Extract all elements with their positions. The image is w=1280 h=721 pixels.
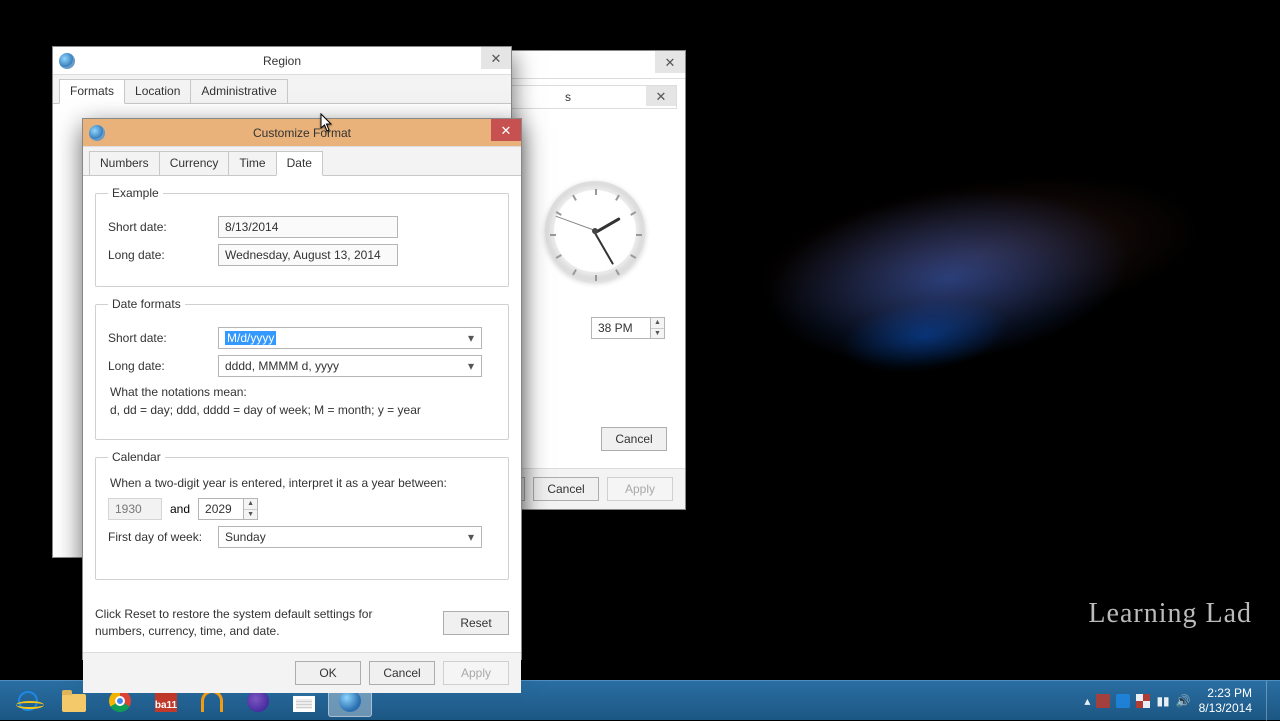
spinner-arrows[interactable]: ▲ ▼	[651, 317, 665, 339]
close-icon[interactable]: ✕	[491, 119, 521, 141]
long-date-example-label: Long date:	[108, 248, 218, 262]
apply-button[interactable]: Apply	[443, 661, 509, 685]
example-group: Example Short date: 8/13/2014 Long date:…	[95, 186, 509, 287]
region-titlebar[interactable]: Region ✕	[53, 47, 511, 75]
chevron-down-icon[interactable]: ▼	[244, 510, 257, 520]
year-to-spinner[interactable]: ▲ ▼	[198, 498, 258, 520]
calendar-group: Calendar When a two-digit year is entere…	[95, 450, 509, 580]
cancel-button[interactable]: Cancel	[533, 477, 599, 501]
taskbar-tray: ▴ ▮▮ 🔊 2:23 PM 8/13/2014	[1084, 681, 1274, 721]
short-date-example-value: 8/13/2014	[218, 216, 398, 238]
date-pane: Example Short date: 8/13/2014 Long date:…	[83, 176, 521, 600]
inner-cancel-button[interactable]: Cancel	[601, 427, 667, 451]
year-to-field[interactable]	[198, 498, 244, 520]
tray-icons[interactable]: ▴ ▮▮ 🔊	[1084, 694, 1190, 708]
customize-titlebar[interactable]: Customize Format ✕	[83, 119, 521, 147]
taskbar-ie[interactable]	[6, 685, 50, 717]
network-icon[interactable]: ▮▮	[1156, 694, 1169, 708]
chevron-down-icon[interactable]: ▾	[463, 359, 479, 373]
analog-clock	[545, 181, 645, 281]
chevron-down-icon[interactable]: ▾	[463, 530, 479, 544]
two-digit-note: When a two-digit year is entered, interp…	[110, 474, 494, 492]
folder-icon	[62, 694, 86, 712]
long-date-format-label: Long date:	[108, 359, 218, 373]
irfanview-icon: ba11	[155, 690, 177, 712]
time-field[interactable]	[591, 317, 651, 339]
long-date-example-value: Wednesday, August 13, 2014	[218, 244, 398, 266]
customize-tabs: Numbers Currency Time Date	[83, 147, 521, 176]
and-label: and	[170, 502, 190, 516]
close-icon[interactable]: ✕	[481, 47, 511, 69]
region-title: Region	[263, 54, 301, 68]
date-time-title	[566, 58, 569, 72]
notation-body: d, dd = day; ddd, dddd = day of week; M …	[110, 401, 494, 419]
customize-title: Customize Format	[253, 126, 351, 140]
chevron-up-icon[interactable]: ▲	[244, 499, 257, 510]
tray-time: 2:23 PM	[1199, 686, 1252, 700]
headphones-icon	[201, 690, 223, 712]
bluetooth-icon[interactable]	[1116, 694, 1130, 708]
globe-icon	[89, 125, 105, 141]
apply-button[interactable]: Apply	[607, 477, 673, 501]
calendar-legend: Calendar	[108, 450, 165, 464]
volume-icon[interactable]: 🔊	[1176, 694, 1191, 708]
notation-note: What the notations mean: d, dd = day; dd…	[110, 383, 494, 419]
app-tray-icon[interactable]	[1096, 694, 1110, 708]
date-formats-group: Date formats Short date: M/d/yyyy ▾ Long…	[95, 297, 509, 440]
ie-icon	[18, 691, 38, 711]
short-date-format-value: M/d/yyyy	[225, 331, 276, 345]
tab-date[interactable]: Date	[276, 151, 323, 176]
chevron-up-icon[interactable]: ▴	[1084, 694, 1090, 708]
time-spinner[interactable]: ▲ ▼	[591, 317, 665, 339]
eclipse-icon	[247, 690, 269, 712]
action-center-icon[interactable]	[1136, 694, 1150, 708]
chevron-down-icon[interactable]: ▾	[463, 331, 479, 345]
short-date-format-combo[interactable]: M/d/yyyy ▾	[218, 327, 482, 349]
tab-administrative[interactable]: Administrative	[190, 79, 287, 103]
first-day-combo[interactable]: Sunday ▾	[218, 526, 482, 548]
short-date-format-label: Short date:	[108, 331, 218, 345]
long-date-format-value: dddd, MMMM d, yyyy	[225, 359, 339, 373]
tray-date: 8/13/2014	[1199, 701, 1252, 715]
close-icon[interactable]: ✕	[646, 86, 676, 106]
chevron-up-icon[interactable]: ▲	[651, 318, 664, 329]
reset-button[interactable]: Reset	[443, 611, 509, 635]
reset-note: Click Reset to restore the system defaul…	[95, 606, 375, 640]
first-day-label: First day of week:	[108, 530, 218, 544]
year-from-field	[108, 498, 162, 520]
globe-icon	[339, 690, 361, 712]
region-tabs: Formats Location Administrative	[53, 75, 511, 104]
notation-head: What the notations mean:	[110, 383, 494, 401]
calendar-icon	[293, 690, 315, 712]
dialog-buttons: OK Cancel Apply	[83, 652, 521, 693]
ok-button[interactable]: OK	[295, 661, 361, 685]
chrome-icon	[109, 690, 131, 712]
show-desktop-button[interactable]	[1266, 681, 1274, 721]
long-date-format-combo[interactable]: dddd, MMMM d, yyyy ▾	[218, 355, 482, 377]
first-day-value: Sunday	[225, 530, 266, 544]
tab-time[interactable]: Time	[228, 151, 276, 175]
spinner-arrows[interactable]: ▲ ▼	[244, 498, 258, 520]
close-icon[interactable]: ✕	[655, 51, 685, 73]
chevron-down-icon[interactable]: ▼	[651, 329, 664, 339]
date-formats-legend: Date formats	[108, 297, 185, 311]
system-clock[interactable]: 2:23 PM 8/13/2014	[1199, 686, 1258, 715]
short-date-example-label: Short date:	[108, 220, 218, 234]
example-legend: Example	[108, 186, 163, 200]
inner-panel-title: s	[565, 90, 571, 104]
tab-numbers[interactable]: Numbers	[89, 151, 160, 175]
cancel-button[interactable]: Cancel	[369, 661, 435, 685]
tab-currency[interactable]: Currency	[159, 151, 230, 175]
tab-location[interactable]: Location	[124, 79, 191, 103]
customize-format-window: Customize Format ✕ Numbers Currency Time…	[82, 118, 522, 660]
tab-formats[interactable]: Formats	[59, 79, 125, 104]
channel-watermark: Learning Lad	[1088, 598, 1252, 630]
letterbox-top	[0, 0, 1280, 8]
reset-row: Click Reset to restore the system defaul…	[83, 600, 521, 652]
globe-icon	[59, 53, 75, 69]
